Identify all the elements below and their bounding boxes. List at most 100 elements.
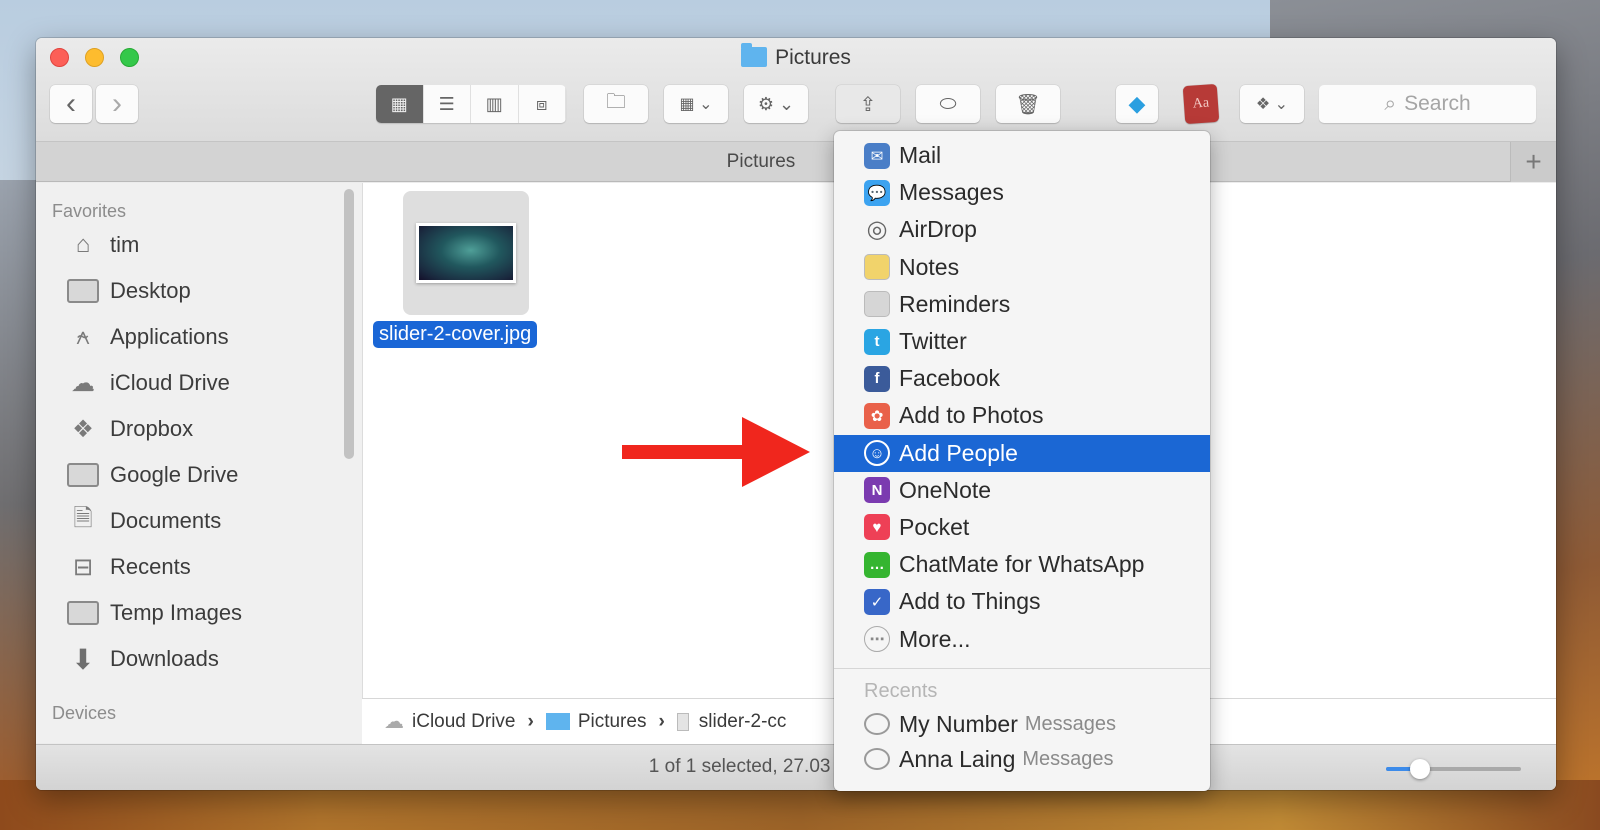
delete-button[interactable]: 🗑	[996, 85, 1060, 123]
sidebar-item-downloads[interactable]: ⬇ Downloads	[66, 639, 219, 679]
grid-icon: ▦	[390, 93, 408, 114]
share-menu-item-reminders[interactable]: Reminders	[834, 286, 1210, 323]
sidebar-item-applications[interactable]: ⍲ Applications	[66, 317, 229, 357]
recent-contact-item[interactable]: My Number Messages	[834, 707, 1210, 742]
icon-size-slider[interactable]	[1386, 759, 1521, 779]
share-menu-item-twitter[interactable]: t Twitter	[834, 323, 1210, 360]
share-menu-item-add-to-things[interactable]: ✓ Add to Things	[834, 583, 1210, 620]
sidebar-item-tim[interactable]: ⌂ tim	[66, 225, 140, 265]
recent-contact-service: Messages	[1022, 747, 1114, 770]
sidebar-item-temp-images[interactable]: Temp Images	[66, 593, 242, 633]
file-name-label[interactable]: slider-2-cover.jpg	[373, 321, 538, 348]
share-menu-item-label: AirDrop	[899, 216, 977, 243]
share-menu-item-label: OneNote	[899, 476, 992, 503]
recent-contact-item[interactable]: Anna Laing Messages	[834, 742, 1210, 777]
back-button[interactable]: ‹	[50, 85, 92, 123]
icon-view-button[interactable]: ▦	[376, 85, 424, 123]
image-thumbnail	[416, 223, 516, 283]
recent-contact-name: My Number	[899, 710, 1018, 737]
gear-icon: ⚙ ⌄	[757, 93, 795, 114]
folder-icon	[66, 598, 100, 628]
plus-icon: +	[1525, 146, 1542, 177]
sidebar-item-desktop[interactable]: Desktop	[66, 271, 191, 311]
share-menu-item-messages[interactable]: 💬 Messages	[834, 174, 1210, 211]
status-text: 1 of 1 selected, 27.03 GB	[648, 756, 864, 777]
arrange-button[interactable]: ▦ ⌄	[664, 85, 728, 123]
new-folder-button[interactable]: 🗀	[584, 85, 648, 123]
share-menu-item-label: ChatMate for WhatsApp	[899, 551, 1145, 578]
share-menu-item-pocket[interactable]: ♥ Pocket	[834, 509, 1210, 546]
chatmate-icon: …	[864, 551, 890, 578]
new-folder-icon: 🗀	[606, 91, 626, 113]
share-icon: ⇪	[859, 93, 877, 116]
sidebar: Favorites ⌂ tim Desktop ⍲ Applications ☁…	[36, 183, 362, 743]
path-segment-file[interactable]: slider-2-cc	[699, 711, 787, 733]
sidebar-item-documents[interactable]: 🗎 Documents	[66, 501, 221, 541]
path-segment-icloud-drive[interactable]: iCloud Drive	[412, 711, 515, 733]
red-arrow-annotation	[622, 417, 810, 487]
slider-knob[interactable]	[1409, 759, 1430, 779]
documents-icon: 🗎	[73, 504, 93, 532]
share-menu-item-chatmate-for-whatsapp[interactable]: … ChatMate for WhatsApp	[834, 546, 1210, 583]
share-menu-item-label: Add People	[899, 439, 1018, 466]
recent-contact-service: Messages	[1024, 712, 1117, 735]
list-icon: ☰	[438, 93, 455, 114]
share-menu-item-onenote[interactable]: N OneNote	[834, 472, 1210, 509]
share-menu-item-more[interactable]: ⋯ More...	[834, 620, 1210, 657]
sidebar-item-google-drive[interactable]: Google Drive	[66, 455, 238, 495]
share-menu-item-label: Twitter	[899, 328, 967, 355]
layers-app-button[interactable]: ◆	[1116, 85, 1158, 123]
action-button[interactable]: ⚙ ⌄	[744, 85, 808, 123]
new-tab-button[interactable]: +	[1510, 142, 1556, 182]
share-button[interactable]: ⇪	[836, 85, 900, 123]
list-view-button[interactable]: ☰	[423, 85, 471, 123]
share-menu-item-mail[interactable]: ✉ Mail	[834, 137, 1210, 174]
dropbox-icon: ❖ ⌄	[1255, 96, 1289, 113]
share-menu-item-add-to-photos[interactable]: ✿ Add to Photos	[834, 397, 1210, 434]
column-view-button[interactable]: ▥	[471, 85, 519, 123]
cover-flow-icon: ⧈	[536, 93, 548, 114]
share-menu-item-label: Notes	[899, 253, 960, 280]
share-menu-item-label: Facebook	[899, 365, 1001, 392]
forward-button[interactable]: ›	[96, 85, 138, 123]
tab-bar: Pictures +	[36, 142, 1556, 182]
messages-icon: 💬	[864, 179, 890, 206]
sidebar-item-dropbox[interactable]: ❖ Dropbox	[66, 409, 193, 449]
tab-pictures[interactable]: Pictures	[36, 151, 1486, 173]
share-menu-item-label: Add to Things	[899, 588, 1041, 615]
sidebar-header-favorites: Favorites	[52, 201, 127, 221]
share-menu-item-label: Messages	[899, 179, 1004, 206]
titlebar: Pictures ‹ › ▦ ☰ ▥ ⧈ 🗀 ▦ ⌄ ⚙ ⌄ ⇪ ⬭ 🗑 ◆ A…	[36, 38, 1556, 142]
cloud-icon: ☁	[384, 711, 404, 733]
facebook-icon: f	[864, 365, 890, 392]
photos-icon: ✿	[864, 402, 890, 429]
share-menu-item-add-people[interactable]: ☺ Add People	[834, 434, 1210, 472]
tags-button[interactable]: ⬭	[916, 85, 980, 123]
path-segment-pictures[interactable]: Pictures	[578, 711, 647, 733]
sidebar-item-recents[interactable]: ⊟ Recents	[66, 547, 191, 587]
share-menu-item-notes[interactable]: Notes	[834, 249, 1210, 286]
cloud-icon: ☁	[71, 369, 95, 397]
file-icon	[676, 712, 689, 731]
menu-separator	[834, 667, 1210, 669]
dictionary-icon: Aa	[1192, 95, 1210, 112]
onenote-icon: N	[864, 477, 890, 504]
sidebar-scrollbar[interactable]	[344, 189, 354, 459]
dropbox-toolbar-button[interactable]: ❖ ⌄	[1240, 85, 1304, 123]
recents-icon: ⊟	[72, 553, 94, 581]
share-menu-item-airdrop[interactable]: ◎ AirDrop	[834, 211, 1210, 248]
airdrop-icon: ◎	[866, 216, 888, 244]
folder-icon	[66, 460, 100, 490]
arrange-icon: ▦ ⌄	[679, 96, 713, 113]
share-menu-item-label: Add to Photos	[899, 402, 1044, 429]
share-menu-item-facebook[interactable]: f Facebook	[834, 360, 1210, 397]
cover-flow-button[interactable]: ⧈	[518, 85, 566, 123]
desktop-wallpaper-left	[0, 180, 40, 830]
applications-icon: ⍲	[75, 323, 91, 350]
sidebar-header-devices: Devices	[52, 703, 117, 723]
dictionary-app-button[interactable]: Aa	[1182, 83, 1220, 125]
desktop-icon	[66, 276, 100, 306]
sidebar-item-icloud-drive[interactable]: ☁ iCloud Drive	[66, 363, 230, 403]
search-field[interactable]: ⌕ Search	[1319, 85, 1536, 123]
arrow-head	[742, 417, 810, 487]
